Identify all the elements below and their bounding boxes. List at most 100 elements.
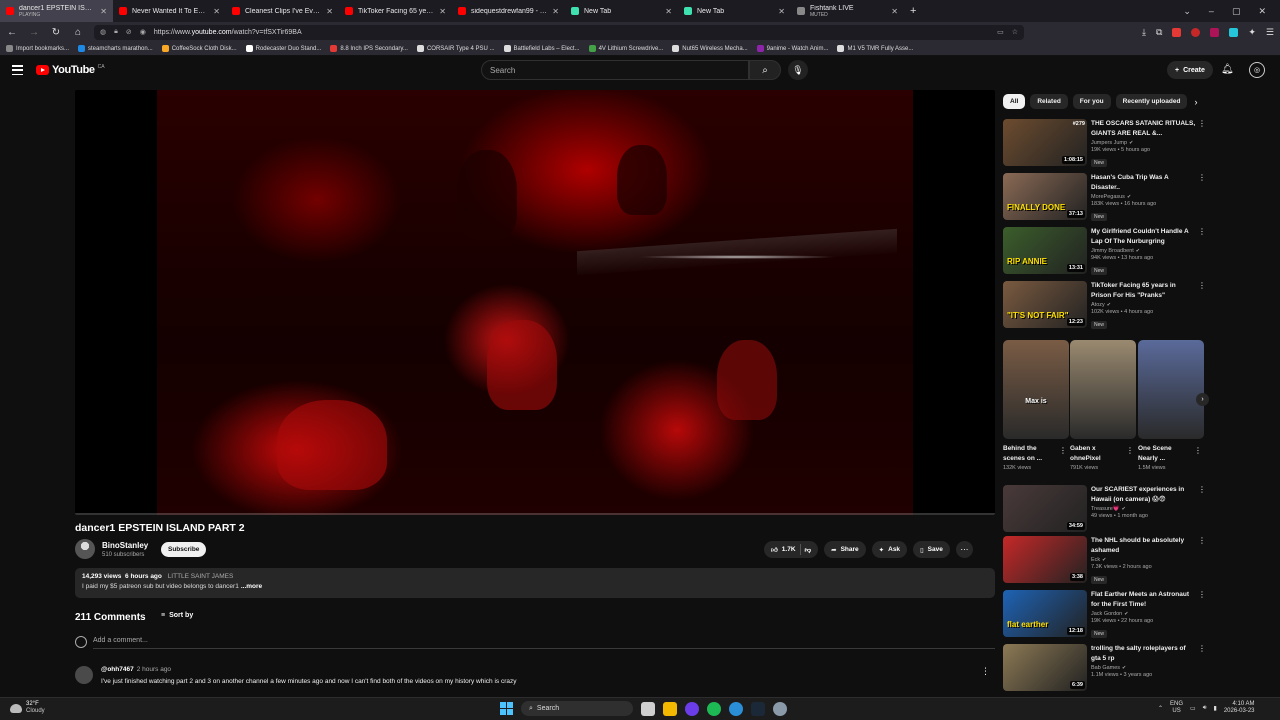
windows-start-icon[interactable] xyxy=(500,702,513,715)
more-vert-icon[interactable]: ⋮ xyxy=(1198,590,1206,599)
back-icon[interactable]: ← xyxy=(6,27,18,38)
extension-icon[interactable] xyxy=(1172,27,1182,37)
shield-icon[interactable]: ◍ xyxy=(100,28,106,36)
channel-name[interactable]: Treasure💗 xyxy=(1091,506,1120,512)
video-title[interactable]: Flat Earther Meets an Astronaut for the … xyxy=(1091,590,1196,609)
share-button[interactable]: ➦ Share xyxy=(824,541,866,558)
create-button[interactable]: + Create xyxy=(1167,61,1213,79)
chat-icon[interactable] xyxy=(729,701,743,716)
bookmark-item[interactable]: 4V Lithium Screwdrive... xyxy=(588,45,663,52)
channel-name[interactable]: Jimmy Broadbent xyxy=(1091,248,1134,254)
recommended-video[interactable]: 6:39 trolling the salty roleplayers of gt… xyxy=(1003,644,1208,692)
short-title[interactable]: Behind the scenes on ... xyxy=(1003,444,1055,463)
tab-close-icon[interactable]: ✕ xyxy=(326,7,333,16)
tab-close-icon[interactable]: ✕ xyxy=(552,7,559,16)
more-vert-icon[interactable]: ⋮ xyxy=(1059,446,1067,455)
minimize-icon[interactable]: – xyxy=(1209,6,1214,17)
short-thumbnail[interactable]: Max is xyxy=(1003,340,1069,439)
maximize-icon[interactable]: ▢ xyxy=(1232,6,1241,17)
taskbar-search[interactable]: ⌕ Search xyxy=(521,701,633,716)
reload-icon[interactable]: ↻ xyxy=(50,27,62,38)
extension-icon[interactable] xyxy=(1191,27,1201,37)
save-button[interactable]: ▯ Save xyxy=(913,541,950,558)
bookmark-item[interactable]: 8.8 Inch IPS Secondary... xyxy=(330,45,408,52)
channel-name[interactable]: Jumpers Jump xyxy=(1091,140,1127,146)
video-progress-bar[interactable] xyxy=(75,513,995,515)
short-title[interactable]: Gaben x ohnePixel xyxy=(1070,444,1122,463)
video-thumbnail[interactable]: flat earther 12:18 xyxy=(1003,590,1087,637)
short-item[interactable]: Max is Behind the scenes on ... 132K views… xyxy=(1003,340,1069,471)
bookmark-item[interactable]: Nut65 Wireless Mecha... xyxy=(672,45,748,52)
youtube-logo[interactable]: YouTube CA xyxy=(36,64,105,76)
more-actions-button[interactable]: ⋯ xyxy=(955,541,973,558)
spotify-icon[interactable] xyxy=(707,701,721,716)
video-title[interactable]: Our SCARIEST experiences in Hawaii (on c… xyxy=(1091,485,1196,504)
comment-menu-icon[interactable]: ⋮ xyxy=(981,666,990,677)
channel-name[interactable]: MorePegasus xyxy=(1091,194,1125,200)
sort-comments-button[interactable]: ≡ Sort by xyxy=(161,612,193,619)
tab-list-icon[interactable]: ⌄ xyxy=(1183,6,1191,17)
video-title[interactable]: The NHL should be absolutely ashamed xyxy=(1091,536,1196,555)
menu-icon[interactable]: ☰ xyxy=(1266,27,1274,38)
channel-name[interactable]: Bab Games xyxy=(1091,665,1120,671)
recommended-video[interactable]: flat earther 12:18 Flat Earther Meets an A… xyxy=(1003,590,1208,638)
close-window-icon[interactable]: ✕ xyxy=(1258,6,1266,17)
tab-close-icon[interactable]: ✕ xyxy=(778,7,785,16)
browser-tab[interactable]: sidequestdrewfan99 - YouTube ✕ xyxy=(452,0,565,22)
short-thumbnail[interactable] xyxy=(1138,340,1204,439)
lock-icon[interactable]: 🔒︎ xyxy=(114,28,118,36)
channel-name[interactable]: Jack Gordon xyxy=(1091,611,1122,617)
firefox-icon[interactable] xyxy=(685,701,699,716)
more-vert-icon[interactable]: ⋮ xyxy=(1198,644,1206,653)
url-bar[interactable]: ◍ 🔒︎ ⊘ ◉ https://www.youtube.com/watch?v… xyxy=(94,24,1024,40)
chip-related[interactable]: Related xyxy=(1030,94,1068,109)
extension-icon[interactable] xyxy=(1229,27,1239,37)
thumbs-down-icon[interactable]: 👎︎ xyxy=(805,546,812,554)
search-input[interactable]: Search xyxy=(481,60,749,80)
tray-overflow-icon[interactable]: ⌃ xyxy=(1158,705,1163,712)
thumbs-up-icon[interactable]: 👍︎ xyxy=(771,546,778,554)
search-button[interactable]: ⌕ xyxy=(749,60,781,80)
guide-menu-icon[interactable] xyxy=(12,65,23,75)
recommended-video[interactable]: 34:59 Our SCARIEST experiences in Hawaii … xyxy=(1003,485,1208,533)
bookmark-item[interactable]: CoffeeSock Cloth Disk... xyxy=(161,45,237,52)
bookmark-item[interactable]: CORSAIR Type 4 PSU ... xyxy=(416,45,495,52)
video-frame[interactable] xyxy=(157,90,913,515)
tab-close-icon[interactable]: ✕ xyxy=(665,7,672,16)
browser-tab[interactable]: Never Wanted It To End - YouTu ✕ xyxy=(113,0,226,22)
bookmark-item[interactable]: Battlefield Labs – Elect... xyxy=(503,45,580,52)
more-vert-icon[interactable]: ⋮ xyxy=(1198,485,1206,494)
bookmark-item[interactable]: 9anime - Watch Anim... xyxy=(756,45,828,52)
volume-icon[interactable]: 🔊︎ xyxy=(1203,705,1207,712)
chip-all[interactable]: All xyxy=(1003,94,1026,109)
monitor-icon[interactable]: ▭ xyxy=(1190,705,1196,712)
short-item[interactable]: One Scene Nearly ... 1.5M views ⋮ xyxy=(1138,340,1204,471)
notifications-bell-icon[interactable]: 🔔︎ xyxy=(1221,64,1234,75)
language-indicator[interactable]: ENG US xyxy=(1170,701,1183,715)
tab-close-icon[interactable]: ✕ xyxy=(100,7,107,16)
more-vert-icon[interactable]: ⋮ xyxy=(1198,281,1206,290)
recommended-video[interactable]: RIP ANNIE 13:31 My Girlfriend Couldn't Han… xyxy=(1003,227,1208,275)
account-avatar[interactable]: ◎ xyxy=(1249,62,1265,78)
tab-close-icon[interactable]: ✕ xyxy=(213,7,220,16)
settings-gear-icon[interactable] xyxy=(773,701,787,716)
channel-name[interactable]: Atozy xyxy=(1091,302,1105,308)
downloads-icon[interactable]: ⤓ xyxy=(1142,27,1146,38)
bookmark-item[interactable]: steamcharts marathon... xyxy=(78,45,153,52)
more-vert-icon[interactable]: ⋮ xyxy=(1126,446,1134,455)
battery-icon[interactable]: ▮ xyxy=(1214,705,1217,712)
video-thumbnail[interactable]: 3:38 xyxy=(1003,536,1087,583)
recommended-video[interactable]: 3:38 The NHL should be absolutely ashamed… xyxy=(1003,536,1208,584)
forward-icon[interactable]: → xyxy=(28,27,40,38)
tab-close-icon[interactable]: ✕ xyxy=(439,7,446,16)
voice-search-button[interactable]: 🎙︎ xyxy=(788,60,808,80)
commenter-avatar[interactable] xyxy=(75,666,93,684)
add-comment-input[interactable]: Add a comment... xyxy=(93,637,995,649)
channel-avatar[interactable] xyxy=(75,539,95,559)
description-box[interactable]: 14,293 views 6 hours ago LITTLE SAINT JA… xyxy=(75,568,995,598)
library-icon[interactable]: ⧉ xyxy=(1156,27,1162,38)
video-title[interactable]: Hasan's Cuba Trip Was A Disaster.. xyxy=(1091,173,1196,192)
browser-tab[interactable]: Fishtank LIVE MUTED ✕ xyxy=(791,0,904,22)
video-tag[interactable]: LITTLE SAINT JAMES xyxy=(168,573,234,580)
browser-tab[interactable]: Cleanest Clips I've Ever Hit... (Ji ✕ xyxy=(226,0,339,22)
